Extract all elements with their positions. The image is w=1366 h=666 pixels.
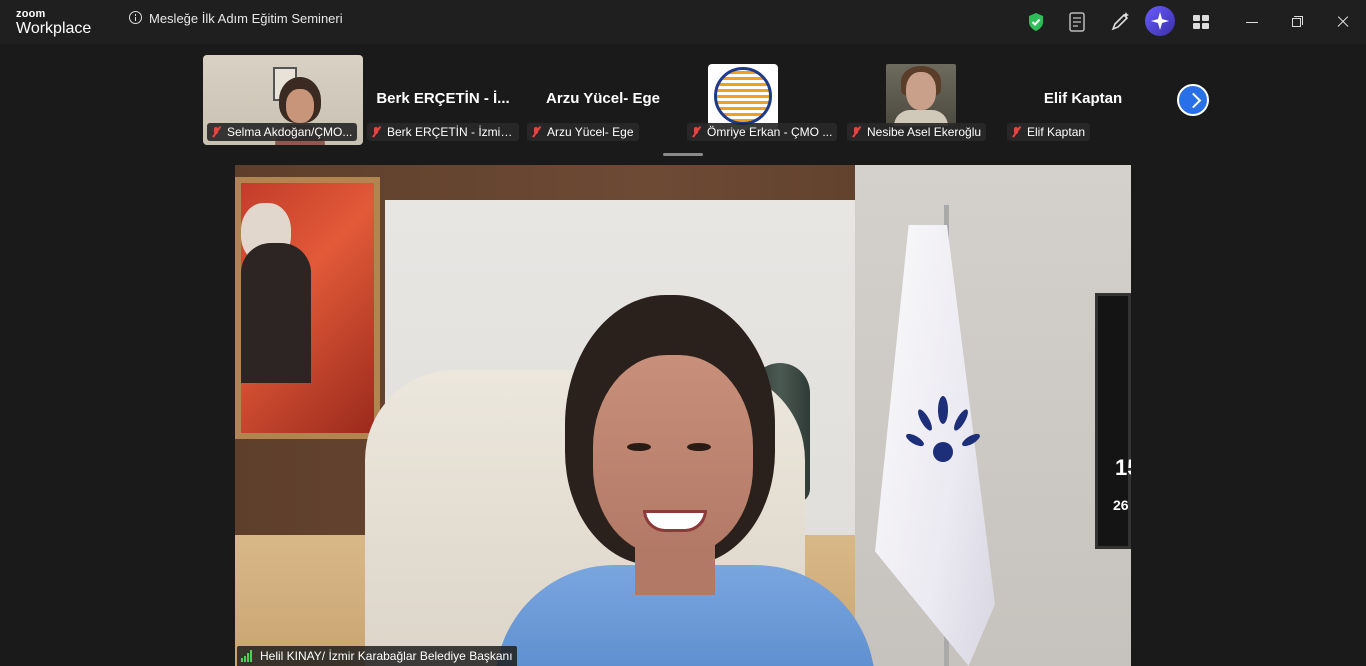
mic-muted-icon [690,126,702,138]
notes-icon[interactable] [1064,9,1090,35]
participant-name-label: Arzu Yücel- Ege [527,123,639,141]
minimize-button[interactable] [1240,10,1264,34]
zoom-workplace-logo: zoom Workplace [16,9,91,37]
restore-button[interactable] [1285,10,1309,34]
participant-profile-photo [886,64,956,126]
participant-name-label: Selma Akdoğan/ÇMO... [207,123,358,141]
annotate-icon[interactable] [1107,9,1133,35]
meeting-info-icon[interactable] [129,11,142,24]
participant-display-name: Berk ERÇETİN - İ... [376,90,510,107]
apps-grid-icon[interactable] [1188,9,1214,35]
participant-display-name: Elif Kaptan [1043,90,1123,107]
participant-name-label: Ömriye Erkan - ÇMO ... [687,123,838,141]
municipality-emblem [906,396,980,462]
meeting-title: Mesleğe İlk Adım Eğitim Semineri [149,11,343,26]
connection-signal-icon [241,650,255,662]
participant-name-label: Berk ERÇETİN - İzmir ... [367,123,519,141]
close-button[interactable] [1331,10,1355,34]
speaker-name-text: Helil KINAY/ İzmir Karabağlar Belediye B… [260,649,513,663]
participant-tile[interactable]: Berk ERÇETİN - İ... Berk ERÇETİN - İzmir… [363,55,523,145]
strip-resize-handle[interactable] [663,153,703,156]
mic-muted-icon [1010,126,1022,138]
participant-tile[interactable]: Nesibe Asel Ekeroğlu [843,55,1003,145]
shield-check-icon[interactable] [1023,9,1049,35]
title-bar: zoom Workplace Mesleğe İlk Adım Eğitim S… [0,0,1366,44]
participant-tile[interactable]: Elif Kaptan Elif Kaptan [1003,55,1163,145]
logo-brand-bottom: Workplace [16,20,92,37]
participant-tile[interactable]: Arzu Yücel- Ege Arzu Yücel- Ege [523,55,683,145]
mic-muted-icon [530,126,542,138]
wall-painting [235,177,380,439]
next-page-button[interactable] [1177,84,1209,116]
screen-date-text: 26 [1113,497,1129,513]
participant-tile[interactable]: Ömriye Erkan - ÇMO ... [683,55,843,145]
participant-display-name: Arzu Yücel- Ege [546,90,660,107]
active-speaker-video[interactable]: 15 26 Helil KINAY/ İzmir Karabağlar Bele… [235,165,1131,666]
mic-muted-icon [850,126,862,138]
speaker-name-label: Helil KINAY/ İzmir Karabağlar Belediye B… [237,646,517,666]
logo-brand-top: zoom [16,8,46,20]
participant-logo-image [708,64,778,130]
participant-tile[interactable]: Selma Akdoğan/ÇMO... [203,55,363,145]
screen-clock-text: 15 [1115,455,1131,480]
mic-muted-icon [210,126,222,138]
mic-muted-icon [370,126,382,138]
ai-companion-icon[interactable] [1145,6,1175,36]
participant-name-label: Nesibe Asel Ekeroğlu [847,123,987,141]
participant-name-label: Elif Kaptan [1007,123,1091,141]
